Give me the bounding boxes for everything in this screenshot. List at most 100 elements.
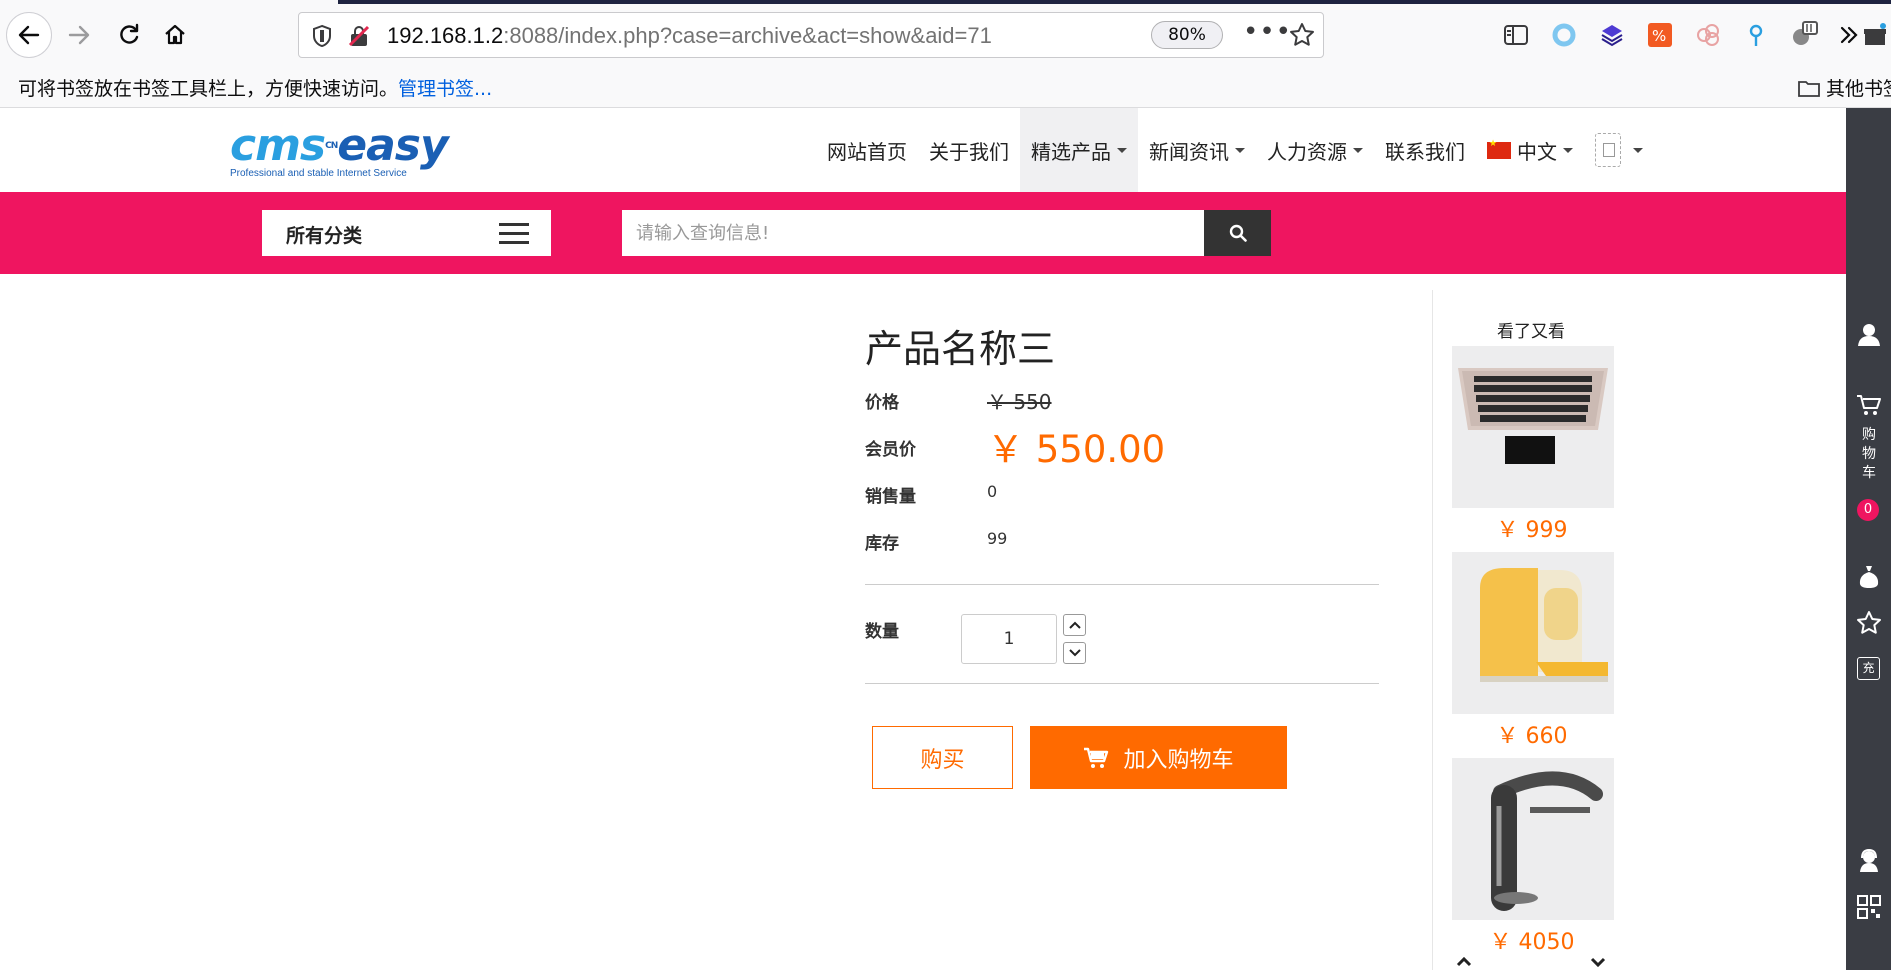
viewed-products-panel: 看了又看 ￥ 999 ￥ 660 ￥ 4050	[1432, 290, 1630, 970]
nav-news-label: 新闻资讯	[1149, 139, 1229, 164]
search-band: 所有分类	[0, 192, 1846, 274]
viewed-price: ￥ 999	[1496, 518, 1568, 543]
product-thumb-laptop[interactable]	[1452, 346, 1614, 508]
viewed-products-title: 看了又看	[1497, 322, 1565, 342]
home-icon	[165, 24, 185, 45]
nav-hr[interactable]: 人力资源	[1256, 108, 1374, 192]
sales-value: 0	[987, 482, 998, 501]
viewed-scroll-down-button[interactable]	[1587, 954, 1609, 970]
product-title: 产品名称三	[865, 327, 1056, 371]
customer-service-icon[interactable]	[1856, 848, 1882, 874]
product-thumb-appliance[interactable]	[1452, 552, 1614, 714]
back-button[interactable]	[6, 12, 52, 58]
recharge-icon[interactable]: 充	[1857, 657, 1880, 680]
nav-home-label: 网站首页	[827, 139, 907, 164]
buy-button[interactable]: 购买	[872, 726, 1013, 789]
nav-about[interactable]: 关于我们	[918, 108, 1020, 192]
original-price: ￥ 550	[987, 390, 1052, 414]
quantity-input[interactable]: 1	[961, 614, 1057, 664]
insecure-lock-icon[interactable]	[347, 24, 371, 48]
viewed-price: ￥ 4050	[1489, 930, 1575, 955]
sidebar-toggle-icon[interactable]	[1500, 19, 1532, 51]
yellow-appliance-icon	[1452, 552, 1614, 714]
extension-gear-badge-icon[interactable]	[1788, 19, 1820, 51]
product-thumb-faucet[interactable]	[1452, 758, 1614, 920]
search-icon	[1229, 224, 1247, 242]
shield-icon[interactable]	[311, 24, 333, 48]
site-header: cmsCNeasy Professional and stable Intern…	[0, 108, 1846, 192]
active-tab-strip	[338, 0, 1891, 4]
faucet-icon	[1452, 758, 1614, 920]
main-navigation: 网站首页 关于我们 精选产品 新闻资讯 人力资源 联系我们 中文	[816, 108, 1654, 192]
logo-cms-text: cms	[230, 120, 326, 171]
home-button[interactable]	[152, 12, 198, 58]
chevron-up-icon	[1456, 957, 1472, 967]
reload-button[interactable]	[106, 12, 152, 58]
hamburger-menu-icon	[499, 223, 529, 250]
add-to-cart-button[interactable]: 加入购物车	[1030, 726, 1287, 789]
bookmarks-toolbar: 可将书签放在书签工具栏上，方便快速访问。管理书签... 其他书签	[0, 70, 1891, 108]
side-cart-label[interactable]: 购物车	[1859, 426, 1879, 483]
extension-ring-icon[interactable]	[1548, 19, 1580, 51]
quantity-decrement-button[interactable]	[1063, 642, 1086, 664]
url-path: :8088/index.php?case=archive&act=show&ai…	[503, 23, 992, 48]
extension-circles-icon[interactable]	[1692, 19, 1724, 51]
divider	[865, 584, 1379, 585]
star-icon[interactable]	[1856, 610, 1882, 636]
all-categories-button[interactable]: 所有分类	[262, 210, 551, 256]
member-price: ￥ 550.00	[987, 428, 1166, 471]
caret-down-icon	[1563, 147, 1573, 153]
url-text[interactable]: 192.168.1.2:8088/index.php?case=archive&…	[387, 23, 992, 49]
nav-products[interactable]: 精选产品	[1020, 108, 1138, 192]
extension-cube-icon[interactable]	[1596, 19, 1628, 51]
cart-count-badge: 0	[1857, 499, 1879, 521]
china-flag-icon	[1487, 139, 1511, 159]
arrow-left-icon	[18, 25, 40, 45]
side-toolbar: 购物车 0 充	[1846, 108, 1891, 970]
logo-wordmark: cmsCNeasy	[230, 124, 449, 168]
qr-code-icon[interactable]	[1856, 894, 1882, 920]
page-actions-menu-icon[interactable]: •••	[1243, 17, 1292, 47]
extension-pin-icon[interactable]	[1740, 19, 1772, 51]
search-button[interactable]	[1204, 210, 1271, 256]
search-input[interactable]	[622, 210, 1204, 256]
extension-translate-icon[interactable]: %	[1644, 19, 1676, 51]
caret-down-icon	[1633, 147, 1643, 153]
broken-image-icon	[1595, 133, 1621, 167]
reload-icon	[120, 23, 139, 44]
divider	[865, 683, 1379, 684]
extensions-gift-icon[interactable]	[1860, 19, 1890, 51]
nav-contact-label: 联系我们	[1385, 139, 1465, 164]
stock-value: 99	[987, 529, 1008, 548]
cart-side-icon[interactable]	[1856, 392, 1882, 418]
bookmarks-hint: 可将书签放在书签工具栏上，方便快速访问。管理书签...	[18, 74, 492, 101]
nav-hr-label: 人力资源	[1267, 139, 1347, 164]
site-logo[interactable]: cmsCNeasy Professional and stable Intern…	[230, 124, 449, 180]
nav-user-dropdown[interactable]	[1584, 108, 1654, 192]
viewed-price: ￥ 660	[1496, 724, 1568, 749]
nav-contact[interactable]: 联系我们	[1374, 108, 1476, 192]
other-bookmarks-folder[interactable]: 其他书签	[1798, 74, 1891, 101]
manage-bookmarks-link[interactable]: 管理书签...	[398, 78, 492, 100]
nav-home[interactable]: 网站首页	[816, 108, 918, 192]
overflow-chevron-icon[interactable]	[1836, 19, 1862, 51]
nav-news[interactable]: 新闻资讯	[1138, 108, 1256, 192]
caret-down-icon	[1235, 147, 1245, 153]
url-bar[interactable]: 192.168.1.2:8088/index.php?case=archive&…	[298, 12, 1324, 58]
nav-language[interactable]: 中文	[1476, 108, 1584, 192]
viewed-scroll-up-button[interactable]	[1453, 954, 1475, 970]
browser-toolbar: 192.168.1.2:8088/index.php?case=archive&…	[0, 0, 1891, 70]
user-icon[interactable]	[1856, 322, 1882, 348]
caret-down-icon	[1117, 147, 1127, 153]
stock-label: 库存	[865, 534, 899, 554]
zoom-level-badge[interactable]: 80%	[1151, 21, 1223, 49]
price-label: 价格	[865, 393, 899, 413]
quantity-increment-button[interactable]	[1063, 614, 1086, 636]
forward-button[interactable]	[56, 12, 102, 58]
other-bookmarks-label: 其他书签	[1826, 78, 1891, 100]
svg-text:%: %	[1652, 27, 1666, 45]
money-bag-icon[interactable]	[1856, 563, 1882, 589]
bookmark-star-icon[interactable]	[1289, 22, 1315, 48]
sales-label: 销售量	[865, 487, 916, 507]
quantity-label: 数量	[865, 622, 899, 642]
